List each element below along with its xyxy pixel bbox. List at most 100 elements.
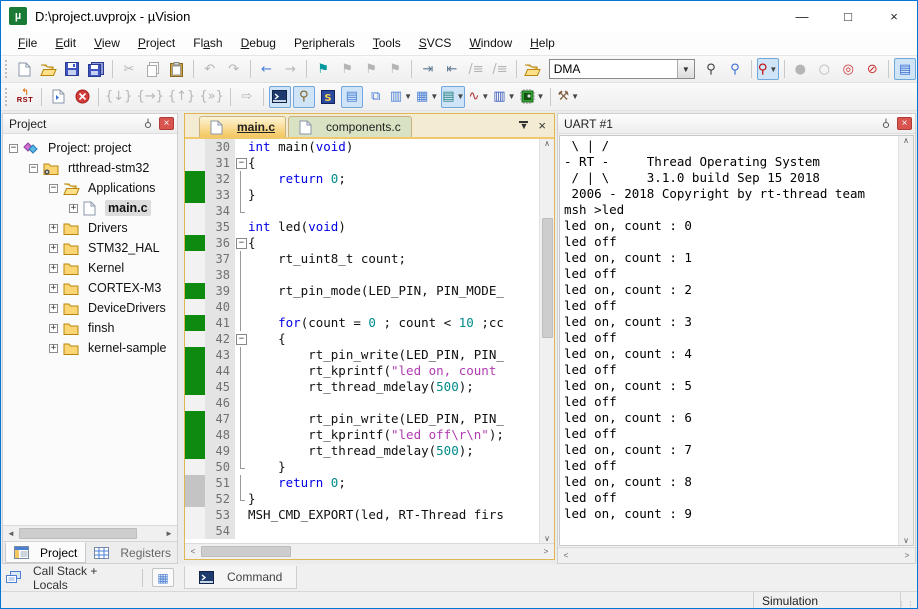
incremental-find-button[interactable]: ⚲ [724,58,746,80]
menu-peripherals[interactable]: Peripherals [285,33,364,53]
tree-item-rtthread-stm32[interactable]: −rtthread-stm32 [3,158,177,178]
bookmark-next-button[interactable]: ⚑ [360,58,382,80]
cut-button[interactable]: ✂ [118,58,140,80]
indent-button[interactable]: ⇥ [417,58,439,80]
menu-view[interactable]: View [85,33,129,53]
menu-edit[interactable]: Edit [46,33,85,53]
maximize-button[interactable]: □ [825,1,871,31]
editor-vscrollbar[interactable]: ∧ ∨ [539,139,554,543]
step-over-button[interactable]: {→} [135,86,164,108]
comment-selection-button[interactable]: /≡ [465,58,487,80]
menu-debug[interactable]: Debug [232,33,285,53]
dropdown-icon[interactable]: ▼ [404,92,412,101]
expand-icon[interactable]: + [49,264,58,273]
menu-svcs[interactable]: SVCS [410,33,461,53]
panel-tab-project[interactable]: Project [5,542,86,563]
toolbox-button[interactable]: ⚒▼ [556,86,580,108]
menu-help[interactable]: Help [521,33,564,53]
close-tab-icon[interactable]: × [538,118,546,133]
tree-item-cortex-m3[interactable]: +CORTEX-M3 [3,278,177,298]
insert-remove-breakpoint-button[interactable]: ● [789,58,811,80]
disable-all-breakpoints-button[interactable]: ◎ [837,58,859,80]
find-in-files-button[interactable]: ⚲ [700,58,722,80]
dropdown-icon[interactable]: ▼ [481,92,489,101]
copy-button[interactable] [142,58,164,80]
project-hscrollbar[interactable]: ◄ ► [3,525,177,541]
expand-icon[interactable]: + [49,344,58,353]
bookmark-previous-button[interactable]: ⚑ [336,58,358,80]
dropdown-icon[interactable]: ▼ [457,92,465,101]
disassembly-window-button[interactable]: ⚲ [293,86,315,108]
uart-hscrollbar[interactable]: < > [558,547,915,563]
uart-vscrollbar[interactable]: ∧ ∨ [898,136,913,545]
scroll-up-icon[interactable]: ∧ [898,136,914,145]
uncomment-selection-button[interactable]: /≡ [489,58,511,80]
tree-item-stm32-hal[interactable]: +STM32_HAL [3,238,177,258]
registers-window-button[interactable]: ▤ [341,86,363,108]
bookmark-toggle-button[interactable]: ⚑ [312,58,334,80]
show-windows-button[interactable]: ▤ [894,58,916,80]
run-button[interactable] [47,86,69,108]
show-next-statement-button[interactable]: ⇨ [236,86,258,108]
paste-button[interactable] [166,58,188,80]
menu-window[interactable]: Window [460,33,521,53]
pin-icon[interactable]: ⚲ [878,117,894,130]
menu-project[interactable]: Project [129,33,184,53]
scroll-thumb[interactable] [542,218,553,338]
menu-flash[interactable]: Flash [184,33,231,53]
find-combobox[interactable]: DMA▼ [549,59,695,79]
scroll-left-icon[interactable]: < [558,551,574,560]
scroll-down-icon[interactable]: ∨ [898,536,914,545]
scroll-right-icon[interactable]: ► [161,529,177,538]
bookmark-clear-all-button[interactable]: ⚑ [384,58,406,80]
minimize-button[interactable]: — [779,1,825,31]
memory-window-button[interactable]: ▦▼ [415,86,439,108]
fold-collapse-icon[interactable] [235,331,248,347]
tree-item-drivers[interactable]: +Drivers [3,218,177,238]
run-to-cursor-button[interactable]: {»} [198,86,225,108]
tab-list-icon[interactable]: ▼ [519,121,528,130]
find-in-files-setup-button[interactable] [522,58,544,80]
fold-collapse-icon[interactable] [235,155,248,171]
dropdown-icon[interactable]: ▼ [769,65,777,74]
trace-window-button[interactable]: ▥▼ [492,86,516,108]
tree-item-project-project[interactable]: −Project: project [3,138,177,158]
editor-tab-main-c[interactable]: main.c [199,116,286,137]
code-editor[interactable]: 30int main(void)31{32 return 0;33}3435in… [185,139,539,543]
call-stack-window-button[interactable]: ⧉ [365,86,387,108]
symbol-window-button[interactable]: S [317,86,339,108]
unindent-button[interactable]: ⇤ [441,58,463,80]
start-stop-debug-session-button[interactable]: ⚲▼ [757,58,779,80]
navigate-forward-button[interactable]: → [279,58,301,80]
new-file-button[interactable] [13,58,35,80]
serial-window-button[interactable]: ▤▼ [441,86,465,108]
scroll-thumb[interactable] [201,546,291,557]
redo-button[interactable]: ↷ [223,58,245,80]
dropdown-icon[interactable]: ▼ [430,92,438,101]
scroll-right-icon[interactable]: > [538,547,554,556]
tree-item-finsh[interactable]: +finsh [3,318,177,338]
open-file-button[interactable] [37,58,59,80]
enable-disable-breakpoint-button[interactable]: ○ [813,58,835,80]
collapse-icon[interactable]: − [29,164,38,173]
tree-item-devicedrivers[interactable]: +DeviceDrivers [3,298,177,318]
memory-window-button[interactable]: ▦ [152,568,174,587]
watch-window-button[interactable]: ▥▼ [389,86,413,108]
tree-item-kernel-sample[interactable]: +kernel-sample [3,338,177,358]
tree-item-main-c[interactable]: +main.c [3,198,177,218]
collapse-icon[interactable]: − [9,144,18,153]
save-all-button[interactable] [85,58,107,80]
expand-icon[interactable]: + [49,324,58,333]
command-window-button[interactable] [269,86,291,108]
step-into-button[interactable]: {↓} [104,86,133,108]
system-viewer-window-button[interactable]: ▼ [519,86,546,108]
kill-all-breakpoints-button[interactable]: ⊘ [861,58,883,80]
dropdown-icon[interactable]: ▼ [571,92,579,101]
scroll-right-icon[interactable]: > [899,551,915,560]
step-out-button[interactable]: {↑} [167,86,196,108]
collapse-icon[interactable]: − [49,184,58,193]
fold-collapse-icon[interactable] [235,235,248,251]
uart-output[interactable]: \ | / - RT - Thread Operating System / |… [560,136,898,545]
expand-icon[interactable]: + [49,304,58,313]
analysis-window-button[interactable]: ∿▼ [467,86,490,108]
